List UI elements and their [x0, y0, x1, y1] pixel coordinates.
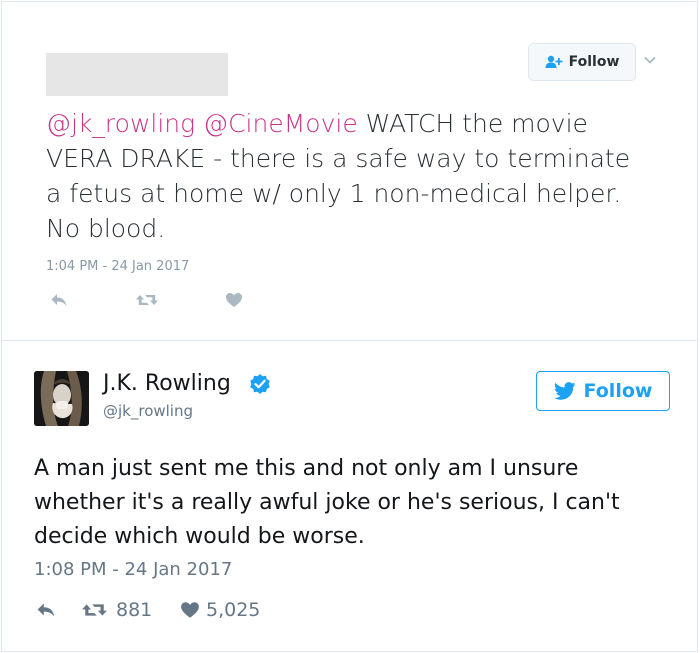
- tweet-card-2: J.K. Rowling @jk_rowling Follow A man ju…: [1, 340, 698, 652]
- add-user-icon: [545, 55, 563, 68]
- tweet-card-1: Follow @jk_rowling @CineMovie WATCH the …: [1, 1, 698, 340]
- follow-button[interactable]: Follow: [528, 43, 636, 81]
- follow-button[interactable]: Follow: [536, 371, 670, 411]
- heart-icon[interactable]: [225, 292, 243, 308]
- follow-button-label: Follow: [568, 54, 620, 70]
- redacted-username-block: [46, 53, 228, 96]
- reply-icon[interactable]: [36, 601, 56, 619]
- retweet-icon[interactable]: [81, 601, 108, 619]
- tweet-text: @jk_rowling @CineMovie WATCH the movie V…: [46, 106, 666, 246]
- mention-link[interactable]: @jk_rowling: [46, 109, 195, 138]
- retweet-icon[interactable]: [135, 292, 159, 308]
- tweet-text: A man just sent me this and not only am …: [34, 456, 620, 549]
- like-count: 5,025: [206, 599, 261, 621]
- heart-icon[interactable]: [180, 601, 200, 619]
- tweet-timestamp[interactable]: 1:04 PM - 24 Jan 2017: [46, 259, 189, 274]
- display-name[interactable]: J.K. Rowling: [103, 371, 231, 396]
- retweet-count: 881: [116, 599, 153, 621]
- tweet-text-line: VERA DRAKE - there is a safe way to term…: [46, 144, 631, 173]
- mention-link[interactable]: @CineMovie: [203, 109, 358, 138]
- user-handle[interactable]: @jk_rowling: [103, 402, 193, 420]
- twitter-bird-icon: [553, 382, 575, 400]
- tweet-text-line: WATCH the movie: [357, 109, 588, 138]
- follow-button-label: Follow: [583, 380, 653, 402]
- chevron-down-icon[interactable]: [643, 53, 657, 67]
- avatar[interactable]: [34, 371, 89, 426]
- tweet-timestamp[interactable]: 1:08 PM - 24 Jan 2017: [34, 559, 232, 580]
- tweet-text-line: No blood.: [46, 214, 166, 243]
- reply-icon[interactable]: [50, 292, 68, 308]
- verified-badge-icon: [250, 374, 270, 394]
- tweet-text-line: a fetus at home w/ only 1 non-medical he…: [46, 179, 622, 208]
